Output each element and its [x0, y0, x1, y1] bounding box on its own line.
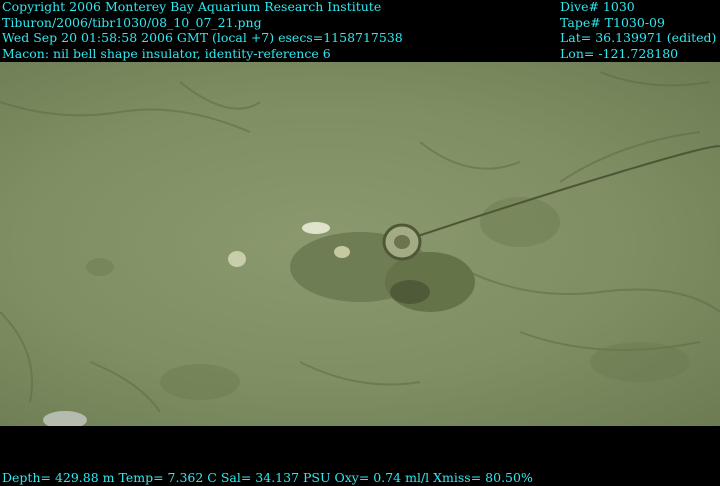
longitude: Lon= -121.728180	[560, 45, 679, 61]
small-object	[334, 246, 350, 258]
white-debris	[302, 222, 330, 234]
debris-pile	[290, 232, 475, 312]
annotation-line: Macon: nil bell shape insulator, identit…	[2, 45, 331, 61]
dive-number: Dive# 1030	[560, 0, 635, 14]
image-path-line: Tiburon/2006/tibr1030/08_10_07_21.png	[2, 14, 262, 30]
seafloor-scene	[0, 71, 720, 426]
timestamp-line: Wed Sep 20 01:58:58 2006 GMT (local +7) …	[2, 30, 403, 45]
latitude: Lat= 36.139971 (edited)	[560, 30, 717, 45]
seafloor-video-frame	[0, 62, 720, 426]
round-object	[228, 251, 246, 267]
bell-insulator	[382, 223, 422, 261]
pale-rock	[43, 411, 87, 426]
header-right-overlay: Dive# 1030 Tape# T1030-09 Lat= 36.139971…	[560, 0, 716, 61]
sensor-readout: Depth= 429.88 m Temp= 7.362 C Sal= 34.13…	[2, 470, 533, 485]
copyright-line: Copyright 2006 Monterey Bay Aquarium Res…	[2, 0, 382, 14]
tape-number: Tape# T1030-09	[560, 14, 665, 30]
cable	[414, 145, 720, 238]
header-left-overlay: Copyright 2006 Monterey Bay Aquarium Res…	[2, 0, 403, 61]
